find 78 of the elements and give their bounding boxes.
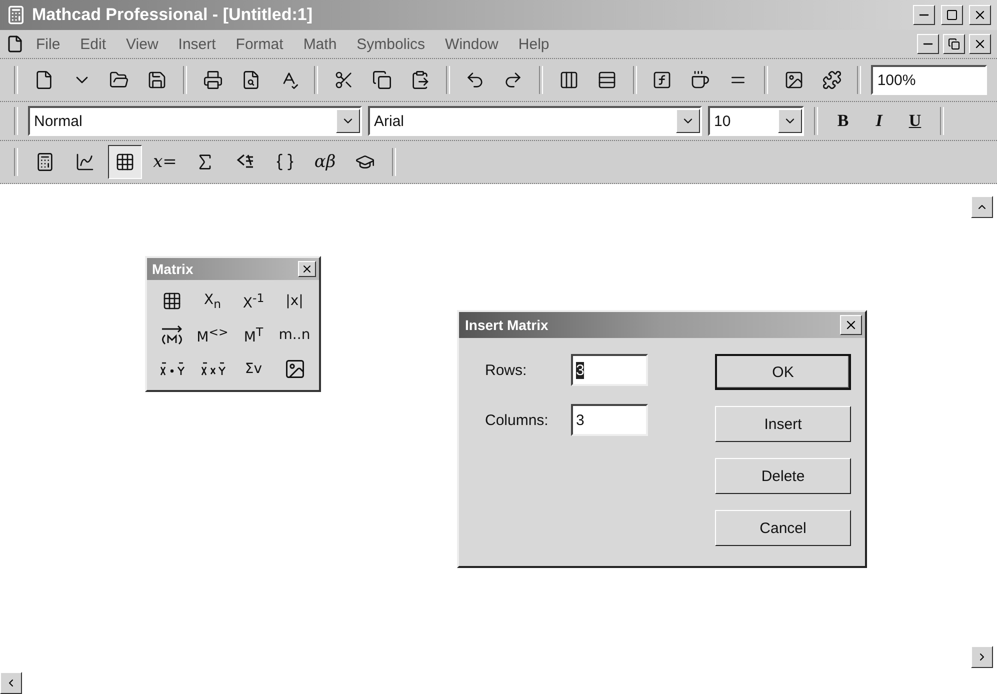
palette-button[interactable]: X$^{-1}$ bbox=[235, 286, 272, 316]
font-dropdown[interactable]: Arial bbox=[368, 106, 702, 136]
menu-item[interactable]: Edit bbox=[72, 34, 114, 54]
function-icon bbox=[652, 70, 672, 90]
palette-button[interactable]: m..n bbox=[276, 320, 313, 350]
palette-title: Matrix bbox=[152, 261, 194, 277]
math-toolbar-button[interactable]: x= bbox=[148, 145, 182, 179]
menu-item[interactable]: Math bbox=[295, 34, 345, 54]
close-icon bbox=[301, 263, 313, 275]
app-icon bbox=[6, 5, 26, 25]
matrix-icon bbox=[162, 291, 182, 311]
menu-item[interactable]: Window bbox=[437, 34, 506, 54]
restore-icon bbox=[948, 38, 960, 50]
align-across-icon bbox=[558, 70, 579, 90]
cross-product-icon bbox=[198, 361, 226, 377]
input-field[interactable]: 3 bbox=[571, 404, 648, 436]
menu-item[interactable]: Help bbox=[510, 34, 558, 54]
dialog-title: Insert Matrix bbox=[465, 317, 548, 333]
maximize-button[interactable] bbox=[941, 5, 963, 25]
maximize-icon bbox=[946, 9, 958, 21]
document-icon bbox=[6, 35, 24, 53]
dialog-button[interactable]: OK bbox=[715, 354, 851, 390]
close-button[interactable] bbox=[969, 5, 991, 25]
math-toolbar-button[interactable]: αβ bbox=[308, 145, 342, 179]
close-button[interactable] bbox=[298, 261, 316, 277]
image-icon bbox=[284, 358, 306, 380]
window-title: Mathcad Professional - [Untitled:1] bbox=[32, 5, 314, 25]
style-dropdown[interactable]: Normal bbox=[28, 106, 362, 136]
bold-button[interactable]: B bbox=[828, 107, 858, 135]
minimize-button[interactable] bbox=[913, 5, 935, 25]
close-icon bbox=[973, 8, 987, 22]
zoom-field[interactable]: 100% bbox=[871, 65, 988, 95]
palette-button[interactable]: M$^{<>}$ bbox=[194, 320, 231, 350]
dialog-button[interactable]: Cancel bbox=[715, 510, 851, 546]
close-icon bbox=[973, 37, 987, 51]
math-toolbar-button[interactable] bbox=[108, 145, 142, 179]
copy-icon bbox=[372, 70, 392, 90]
scroll-right-button[interactable] bbox=[971, 646, 993, 668]
field-label: Rows: bbox=[485, 362, 528, 378]
cut-icon bbox=[334, 70, 354, 90]
paste-icon bbox=[410, 70, 430, 90]
open-folder-icon bbox=[109, 70, 130, 90]
close-icon bbox=[844, 318, 858, 332]
new-document-icon bbox=[34, 70, 54, 90]
underline-button[interactable]: U bbox=[900, 107, 930, 135]
braces-icon bbox=[275, 152, 295, 172]
close-button[interactable] bbox=[969, 34, 991, 54]
palette-button[interactable]: M$^{T}$ bbox=[235, 320, 272, 350]
field-label: Columns: bbox=[485, 412, 550, 428]
scroll-up-button[interactable] bbox=[971, 196, 993, 218]
input-field[interactable]: 3 bbox=[571, 354, 648, 386]
restore-button[interactable] bbox=[943, 34, 965, 54]
menu-item[interactable]: Format bbox=[228, 34, 292, 54]
font-size-dropdown[interactable]: 10 bbox=[708, 106, 804, 136]
menu-item[interactable]: Symbolics bbox=[348, 34, 434, 54]
cup-icon bbox=[690, 70, 710, 90]
menu-item[interactable]: View bbox=[118, 34, 166, 54]
menu-item[interactable]: Insert bbox=[170, 34, 224, 54]
puzzle-icon bbox=[822, 70, 842, 90]
palette-button[interactable]: |x| bbox=[276, 286, 313, 316]
close-button[interactable] bbox=[840, 315, 862, 335]
scroll-left-button[interactable] bbox=[0, 672, 22, 694]
italic-button[interactable]: I bbox=[864, 107, 894, 135]
palette-button[interactable]: Σv bbox=[235, 354, 272, 384]
calculator-icon bbox=[35, 152, 55, 172]
menu-item[interactable]: File bbox=[28, 34, 68, 54]
matrix-icon bbox=[115, 152, 135, 172]
graph-icon bbox=[75, 152, 95, 172]
palette-button[interactable]: X$_{n}$ bbox=[194, 286, 231, 316]
save-icon bbox=[147, 70, 168, 90]
minimize-button[interactable] bbox=[917, 34, 939, 54]
undo-icon bbox=[465, 70, 486, 90]
align-down-icon bbox=[596, 70, 617, 90]
dialog-button[interactable]: Insert bbox=[715, 406, 851, 442]
dot-product-icon bbox=[158, 361, 186, 377]
print-preview-icon bbox=[240, 70, 261, 90]
dialog-button[interactable]: Delete bbox=[715, 458, 851, 494]
printer-icon bbox=[202, 70, 223, 90]
